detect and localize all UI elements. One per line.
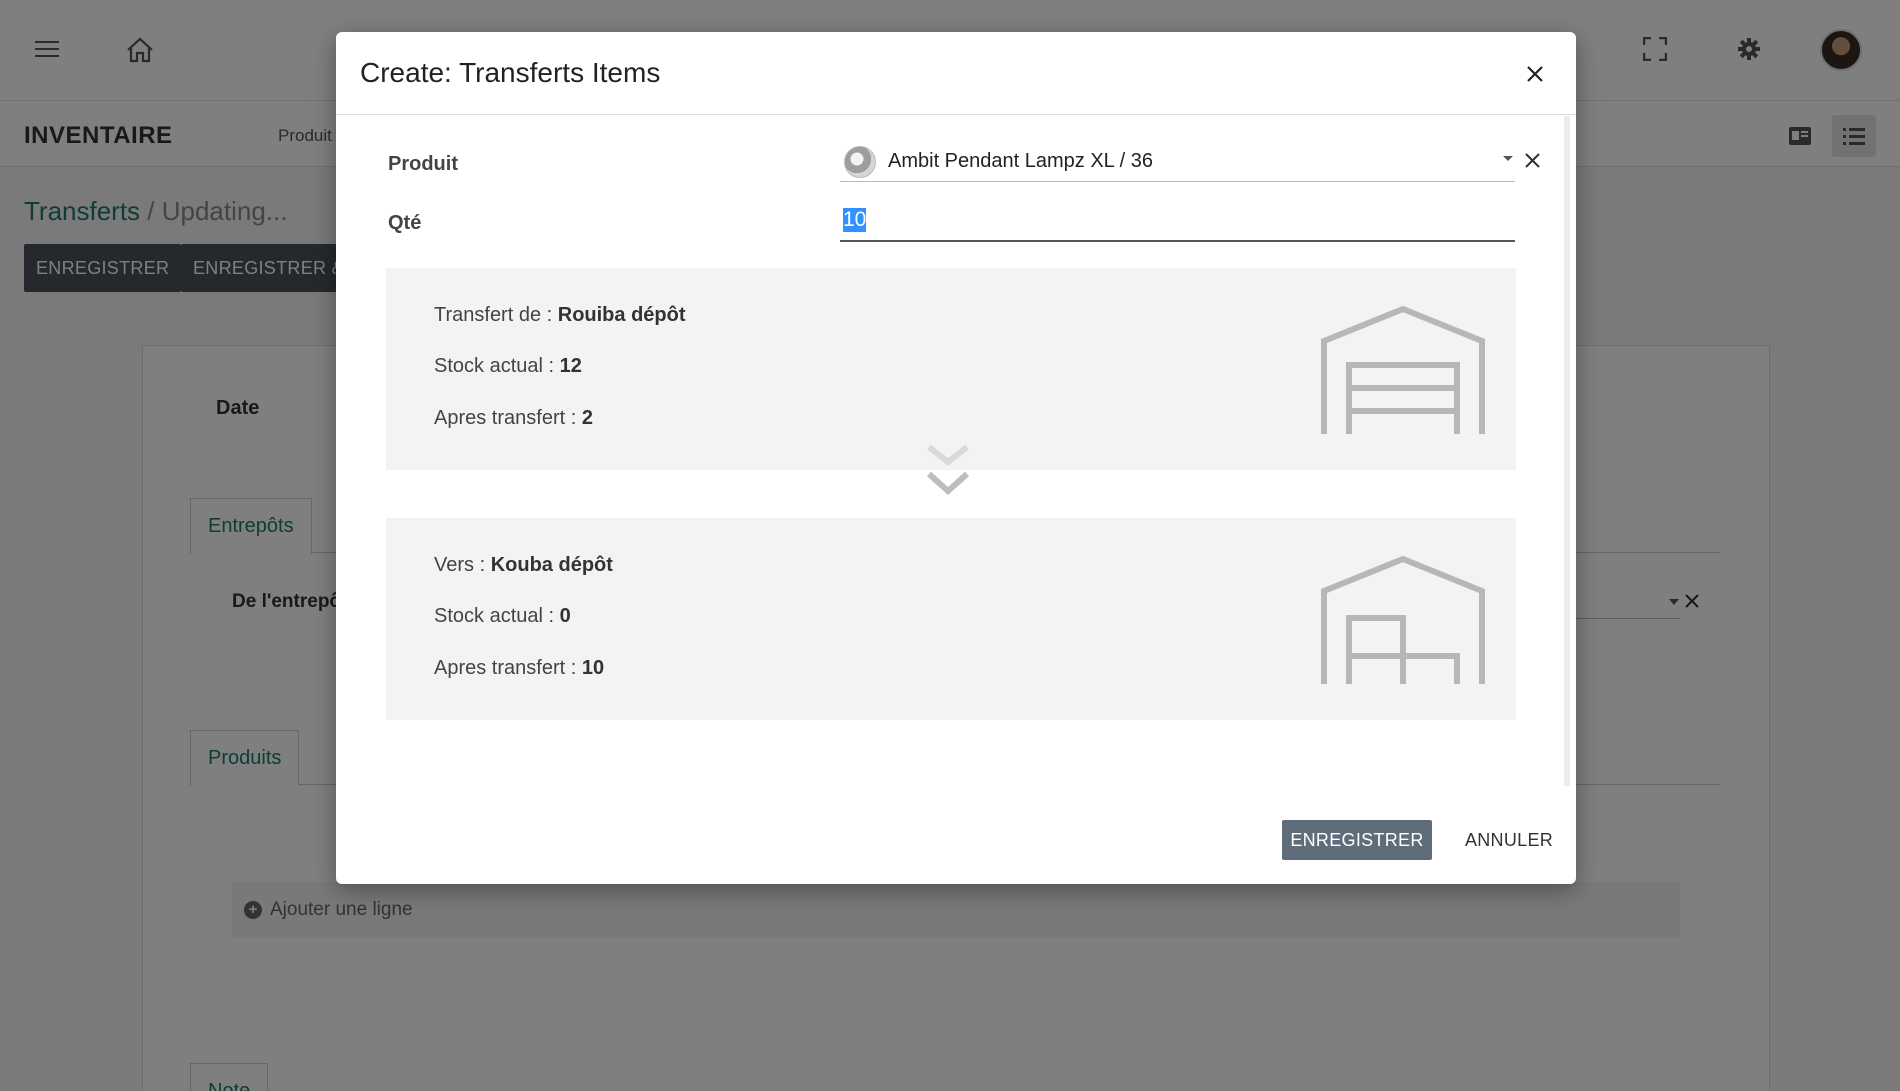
close-icon[interactable] [1520, 59, 1550, 89]
dialog-title: Create: Transferts Items [360, 57, 661, 88]
double-chevron-down-icon [926, 444, 970, 496]
to-stock-value: 0 [559, 605, 571, 627]
warehouse-boxes-icon [1321, 556, 1485, 684]
warehouse-icon [1321, 306, 1485, 434]
to-stock-line: Stock actual : 0 [434, 605, 571, 627]
transfer-from-panel: Transfert de : Rouiba dépôt Stock actual… [386, 268, 1516, 470]
dialog-header: Create: Transferts Items [336, 32, 1576, 115]
from-stock-line: Stock actual : 12 [434, 355, 582, 377]
clear-product-icon[interactable] [1520, 148, 1544, 172]
to-warehouse-name: Kouba dépôt [490, 554, 613, 576]
to-after-line: Apres transfert : 10 [434, 657, 605, 679]
from-warehouse-name: Rouiba dépôt [557, 304, 686, 326]
product-value: Ambit Pendant Lampz XL / 36 [888, 150, 1153, 172]
chevron-down-icon[interactable] [1503, 156, 1513, 161]
to-after-value: 10 [581, 657, 605, 679]
product-select[interactable]: Ambit Pendant Lampz XL / 36 [840, 142, 1515, 182]
transfer-to-panel: Vers : Kouba dépôt Stock actual : 0 Apre… [386, 518, 1516, 720]
cancel-button[interactable]: ANNULER [1454, 820, 1564, 860]
product-label: Produit [388, 153, 458, 175]
qty-input[interactable] [840, 200, 1515, 242]
qty-label: Qté [388, 212, 422, 234]
from-after-value: 2 [581, 407, 593, 429]
dialog-scrollbar[interactable] [1564, 116, 1570, 786]
product-thumbnail [844, 145, 876, 178]
from-stock-value: 12 [559, 355, 582, 377]
from-warehouse-line: Transfert de : Rouiba dépôt [434, 304, 686, 326]
to-warehouse-line: Vers : Kouba dépôt [434, 554, 613, 576]
from-after-line: Apres transfert : 2 [434, 407, 593, 429]
save-button[interactable]: ENREGISTRER [1282, 820, 1432, 860]
create-transfer-item-dialog: Create: Transferts Items Produit Ambit P… [336, 32, 1576, 884]
